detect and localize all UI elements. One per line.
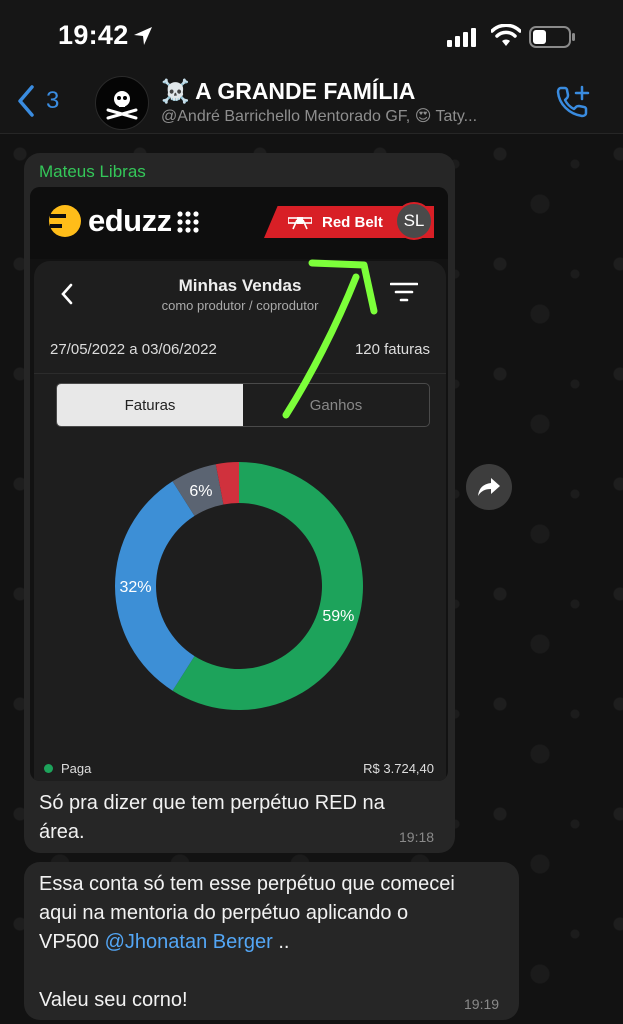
invoice-count: 120 faturas [354,341,430,358]
group-members[interactable]: @André Barrichello Mentorado GF, 😍 Taty.… [161,106,477,126]
unread-count: 3 [46,87,60,114]
screen-subtitle: como produtor / coprodutor [161,298,319,313]
red-belt-label: Red Belt [322,213,383,231]
donut-chart: 59% 32% 6% [114,462,364,710]
apps-grid-icon [177,211,199,233]
tab-switch: Faturas Ganhos [56,383,430,427]
eduzz-logo: eduzz [48,203,172,239]
message-time: 19:18 [399,829,435,845]
wifi-icon [491,24,521,46]
eduzz-bolt-icon [49,205,81,237]
message-text: Só pra dizer que tem perpétuo RED na áre… [39,792,385,843]
filter-icon [390,282,418,302]
message-time: 19:19 [464,996,500,1012]
pirate-flag-icon [106,91,138,120]
divider [34,373,446,374]
date-range: 27/05/2022 a 03/06/2022 [50,341,217,358]
total-amount: R$ 3.724,40 [363,761,434,776]
slice-label: 6% [189,483,212,500]
location-arrow-icon [134,27,152,45]
slice-label: 32% [119,579,151,596]
eduzz-wordmark: eduzz [88,203,172,238]
mention-link[interactable]: @Jhonatan Berger [105,931,273,953]
message-bubble[interactable]: Essa conta só tem esse perpétuo que come… [24,862,519,1020]
shared-screenshot[interactable]: eduzz Red Belt SL Minhas Vendas como pro… [30,187,448,781]
cellular-signal-icon [447,28,476,47]
legend-dot [44,764,53,773]
chat-header: 3 ☠️ A GRANDE FAMÍLIA @André Barrichello… [0,70,623,134]
group-avatar[interactable] [95,76,149,130]
chevron-left-icon [18,85,34,117]
tab-ganhos: Ganhos [309,396,363,414]
status-bar: 19:42 [0,0,623,70]
slice-label: 59% [322,608,354,625]
forward-icon [478,478,500,496]
forward-button[interactable] [466,464,512,510]
chart-legend: Paga [44,761,91,776]
battery-icon [529,26,575,48]
group-title[interactable]: ☠️ A GRANDE FAMÍLIA [161,78,415,105]
message-bubble[interactable]: Mateus Libras eduzz Red Belt SL Minhas V… [24,153,455,853]
belt-icon [288,217,312,230]
screen-title: Minhas Vendas [178,276,302,295]
add-call-icon[interactable] [555,84,591,120]
user-avatar: SL [395,202,433,240]
sales-panel: Minhas Vendas como produtor / coprodutor… [34,261,446,781]
status-time: 19:42 [58,20,129,50]
sender-name[interactable]: Mateus Libras [39,162,146,182]
tab-faturas: Faturas [57,384,243,426]
message-text: Essa conta só tem esse perpétuo que come… [39,873,455,1011]
eduzz-app-bar: eduzz Red Belt SL [30,187,448,259]
legend-label: Paga [61,761,92,776]
back-button[interactable]: 3 [16,84,59,118]
